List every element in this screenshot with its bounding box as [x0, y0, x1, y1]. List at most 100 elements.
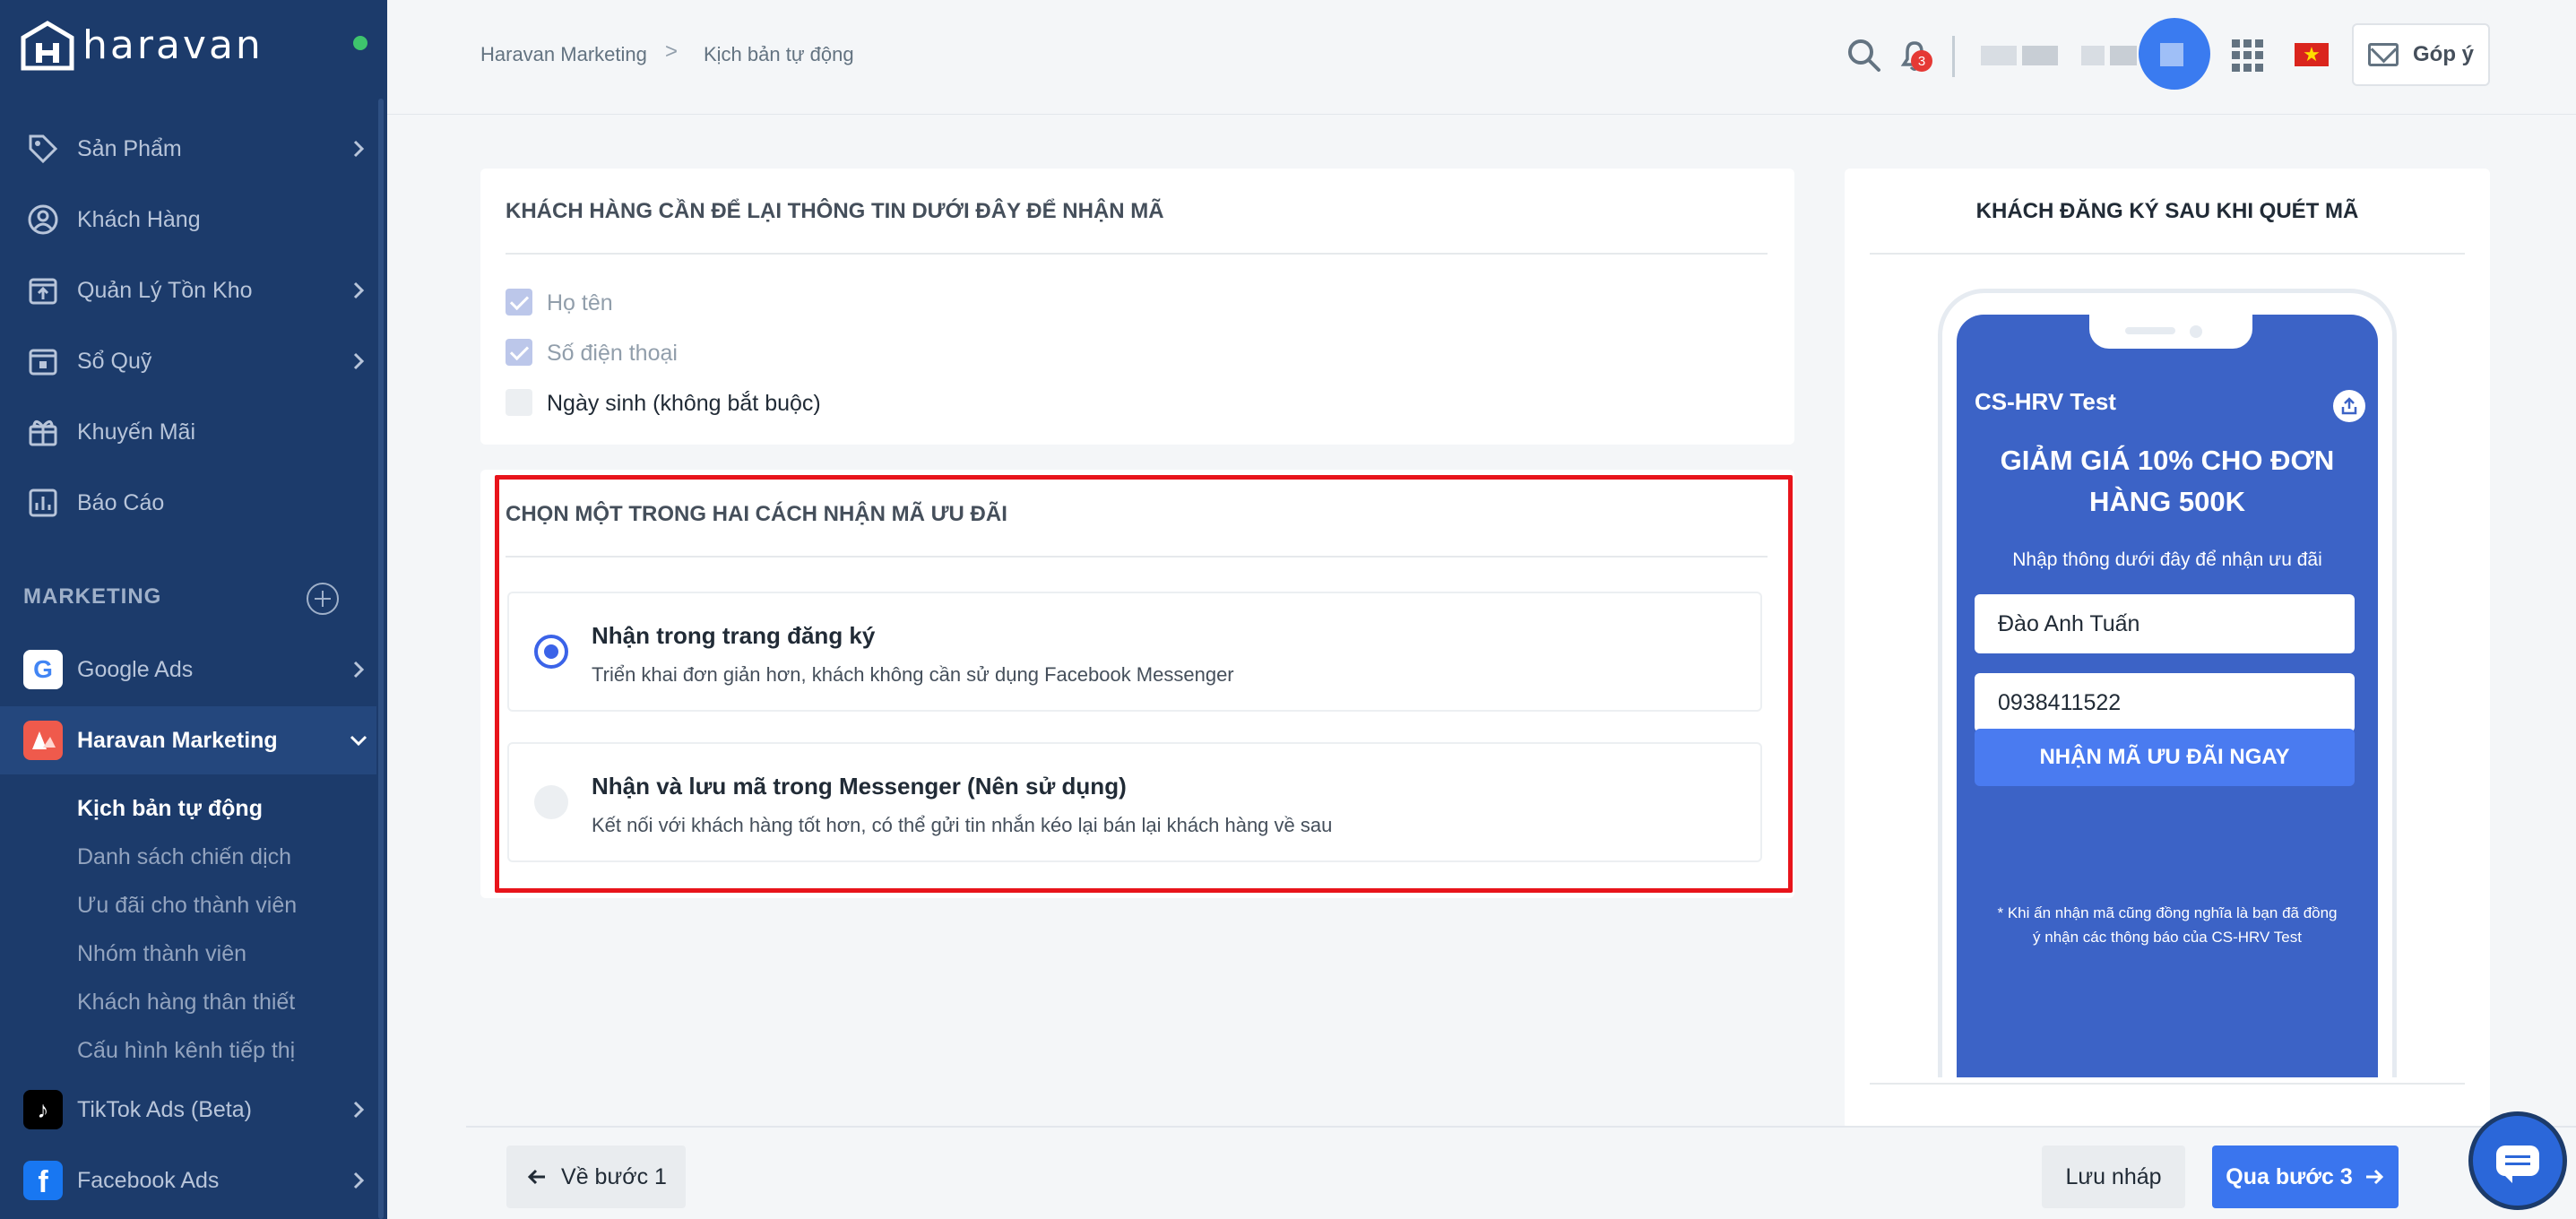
sidebar-item-tiktok-ads[interactable]: ♪ TikTok Ads (Beta): [0, 1076, 376, 1144]
cashbook-icon: [25, 343, 61, 379]
blurred-account-name: [2110, 46, 2137, 65]
promo-title: GIẢM GIÁ 10% CHO ĐƠN HÀNG 500K: [2000, 445, 2335, 517]
chevron-right-icon: [353, 1171, 365, 1189]
sidebar-item-cashbook[interactable]: Sổ Quỹ: [0, 327, 376, 395]
sidebar-item-label: TikTok Ads (Beta): [77, 1096, 252, 1122]
sidebar-item-label: Sổ Quỹ: [77, 348, 152, 374]
online-status-dot: [353, 36, 367, 50]
preview-disclaimer: * Khi ấn nhận mã cũng đồng nghĩa là bạn …: [1997, 904, 2338, 946]
birthday-checkbox[interactable]: [506, 389, 532, 416]
sidebar: haravan Sản Phẩm Khách Hàng Quản Lý Tồn …: [0, 0, 387, 1219]
back-to-step-1-button[interactable]: Về bước 1: [506, 1146, 686, 1208]
sub-item-campaign-list[interactable]: Danh sách chiến dịch: [77, 844, 291, 870]
sidebar-item-customers[interactable]: Khách Hàng: [0, 186, 376, 254]
sidebar-item-reports[interactable]: Báo Cáo: [0, 469, 376, 537]
phone-checkbox[interactable]: [506, 339, 532, 366]
breadcrumb-root[interactable]: Haravan Marketing: [480, 43, 647, 66]
add-channel-button[interactable]: [307, 583, 339, 615]
sidebar-scrollbar[interactable]: [378, 99, 384, 1219]
sub-item-loyal-customers[interactable]: Khách hàng thân thiết: [77, 990, 295, 1016]
avatar-blur-mask: [2160, 43, 2183, 66]
back-label: Về bước 1: [561, 1163, 667, 1189]
blurred-account-name: [2022, 46, 2058, 65]
sidebar-item-products[interactable]: Sản Phẩm: [0, 115, 376, 183]
feedback-button[interactable]: Góp ý: [2352, 23, 2490, 86]
report-icon: [25, 485, 61, 521]
birthday-label: Ngày sinh (không bắt buộc): [547, 391, 821, 416]
search-icon[interactable]: [1845, 36, 1884, 75]
chevron-right-icon: [353, 140, 365, 158]
gift-icon: [25, 414, 61, 450]
notification-badge: 3: [1911, 50, 1932, 72]
sidebar-item-label: Google Ads: [77, 656, 194, 682]
divider: [1870, 1083, 2465, 1085]
vietnam-flag-icon[interactable]: ★: [2295, 43, 2329, 66]
tiktok-icon: ♪: [23, 1090, 63, 1129]
phone-mockup: CS-HRV Test GIẢM GIÁ 10% CHO ĐƠN HÀNG 50…: [1938, 289, 2397, 1077]
user-icon: [25, 202, 61, 238]
blurred-account-name: [2081, 46, 2105, 65]
chevron-right-icon: [353, 1101, 365, 1119]
next-label: Qua bước 3: [2226, 1163, 2353, 1189]
divider: [1870, 253, 2465, 255]
apps-grid-icon[interactable]: [2232, 39, 2264, 72]
sidebar-item-label: Quản Lý Tồn Kho: [77, 277, 253, 303]
sidebar-item-label: Báo Cáo: [77, 489, 165, 515]
breadcrumb-separator: >: [665, 39, 679, 64]
marketing-section-label: MARKETING: [23, 584, 162, 609]
full-name-label: Họ tên: [547, 290, 613, 316]
blurred-account-name: [1981, 46, 2017, 65]
flag-star: ★: [2303, 43, 2321, 65]
highlight-annotation-box: [495, 475, 1793, 893]
haravan-marketing-icon: [23, 721, 63, 760]
preview-title: KHÁCH ĐĂNG KÝ SAU KHI QUÉT MÃ: [1975, 199, 2359, 223]
sidebar-item-promotions[interactable]: Khuyến Mãi: [0, 398, 376, 466]
sub-item-channel-config[interactable]: Cấu hình kênh tiếp thị: [77, 1038, 295, 1064]
preview-name-field[interactable]: Đào Anh Tuấn: [1975, 594, 2355, 653]
chat-support-button[interactable]: [2468, 1111, 2567, 1210]
phone-notch: [2089, 315, 2252, 349]
required-info-card: KHÁCH HÀNG CẦN ĐỂ LẠI THÔNG TIN DƯỚI ĐÂY…: [480, 169, 1794, 445]
phone-screen: CS-HRV Test GIẢM GIÁ 10% CHO ĐƠN HÀNG 50…: [1957, 315, 2378, 1077]
sidebar-item-inventory[interactable]: Quản Lý Tồn Kho: [0, 256, 376, 324]
preview-phone-field[interactable]: 0938411522: [1975, 673, 2355, 732]
google-icon: G: [23, 650, 63, 689]
haravan-logo-icon: [18, 18, 77, 72]
phone-speaker: [2125, 327, 2175, 334]
divider: [506, 253, 1768, 255]
sidebar-item-label: Khuyến Mãi: [77, 419, 196, 445]
shop-name: CS-HRV Test: [1975, 388, 2116, 415]
sidebar-item-haravan-marketing[interactable]: Haravan Marketing: [0, 706, 376, 774]
sidebar-item-label: Facebook Ads: [77, 1167, 220, 1193]
haravan-logo[interactable]: haravan: [18, 18, 264, 72]
facebook-icon: f: [23, 1161, 63, 1200]
chevron-down-icon: [350, 735, 367, 747]
sidebar-item-label: Haravan Marketing: [77, 727, 278, 753]
go-to-step-3-button[interactable]: Qua bước 3: [2212, 1146, 2399, 1208]
sub-item-member-offers[interactable]: Ưu đãi cho thành viên: [77, 893, 297, 919]
required-info-title: KHÁCH HÀNG CẦN ĐỂ LẠI THÔNG TIN DƯỚI ĐÂY…: [506, 199, 1164, 223]
sidebar-item-google-ads[interactable]: G Google Ads: [0, 635, 376, 704]
tag-icon: [25, 131, 61, 167]
phone-label: Số điện thoại: [547, 341, 678, 366]
save-draft-button[interactable]: Lưu nháp: [2042, 1146, 2185, 1208]
full-name-checkbox[interactable]: [506, 289, 532, 316]
logo-text: haravan: [82, 22, 264, 68]
sidebar-item-label: Sản Phẩm: [77, 135, 182, 161]
breadcrumb-current: Kịch bản tự động: [704, 43, 854, 65]
get-coupon-button[interactable]: NHẬN MÃ ƯU ĐÃI NGAY: [1975, 729, 2355, 786]
envelope-icon: [2368, 43, 2399, 66]
sub-item-automation-scripts[interactable]: Kịch bản tự động: [77, 796, 263, 822]
sidebar-item-label: Khách Hàng: [77, 206, 201, 232]
phone-camera: [2190, 325, 2202, 338]
chevron-right-icon: [353, 352, 365, 370]
arrow-left-icon: [527, 1169, 546, 1185]
chat-icon: [2496, 1146, 2539, 1183]
arrow-right-icon: [2365, 1169, 2383, 1185]
share-icon[interactable]: [2333, 390, 2365, 422]
sub-item-member-groups[interactable]: Nhóm thành viên: [77, 941, 246, 967]
inventory-icon: [25, 272, 61, 308]
sidebar-item-facebook-ads[interactable]: f Facebook Ads: [0, 1146, 376, 1215]
topbar-divider: [1952, 36, 1955, 77]
chevron-right-icon: [353, 661, 365, 679]
